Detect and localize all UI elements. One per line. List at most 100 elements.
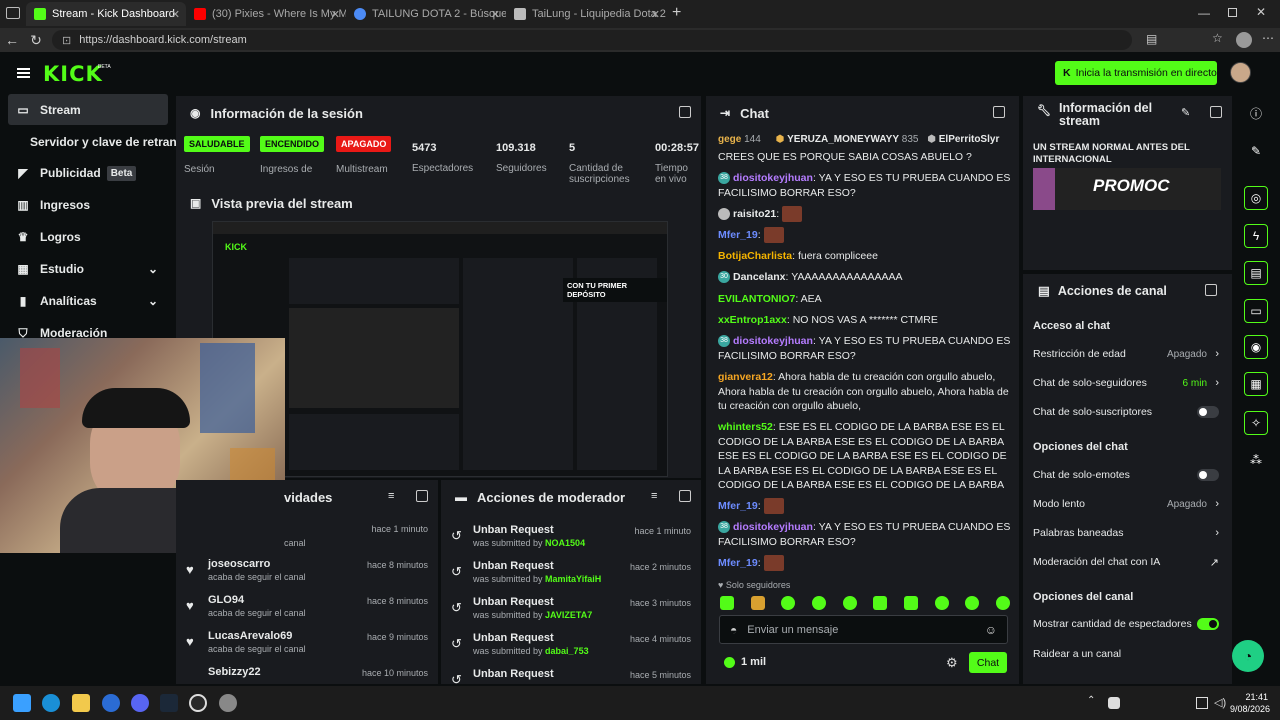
emotes-only-toggle[interactable] <box>1197 469 1219 481</box>
message-user[interactable]: gianvera12 <box>718 371 773 383</box>
mod-actions-icon[interactable]: ▦ <box>1244 372 1268 396</box>
apps-icon[interactable]: ⁂ <box>1244 448 1268 472</box>
message-user[interactable]: diositokeyjhuan <box>733 521 813 533</box>
maximize-icon[interactable] <box>1228 8 1237 17</box>
viewer-count-toggle[interactable] <box>1197 618 1219 630</box>
go-live-button[interactable]: K Inicia la transmisión en directo <box>1055 61 1217 85</box>
stream-thumbnail[interactable]: PROMOC <box>1033 168 1221 210</box>
help-button[interactable]: ◔ <box>1232 640 1264 672</box>
reload-icon[interactable]: ↻ <box>24 32 48 49</box>
followers-only-row[interactable]: Chat de solo-seguidores 6 min › <box>1033 374 1221 392</box>
emote-icon[interactable] <box>811 596 826 610</box>
activity-widget-icon[interactable]: ◎ <box>1244 186 1268 210</box>
gifter-name[interactable]: ElPerritoSlyr <box>939 134 1000 145</box>
filter-icon[interactable]: ≡ <box>388 490 394 502</box>
message-user[interactable]: Dancelanx <box>733 271 786 283</box>
close-tab-icon[interactable]: ✕ <box>171 8 180 21</box>
emote-icon[interactable] <box>720 596 734 610</box>
extensions-icon[interactable]: ▤ <box>1146 32 1157 46</box>
sidebar-item-analytics[interactable]: ▮ Analíticas ⌄ <box>8 286 168 316</box>
favorites-icon[interactable]: ☆ <box>1212 31 1223 45</box>
tray-network-icon[interactable] <box>1196 697 1208 709</box>
wrench-icon[interactable]: ✧ <box>1244 411 1268 435</box>
settings-icon[interactable] <box>219 694 237 712</box>
file-explorer-icon[interactable] <box>72 694 90 712</box>
emote-icon[interactable] <box>965 596 980 610</box>
hamburger-menu-icon[interactable] <box>17 68 30 78</box>
clock[interactable]: 21:41 9/08/2026 <box>1230 691 1270 715</box>
expand-icon[interactable] <box>1210 106 1222 118</box>
pencil-icon[interactable]: ✎ <box>1244 139 1268 163</box>
sidebar-item-stream[interactable]: ▭ Stream <box>8 94 168 125</box>
bolt-icon[interactable]: ϟ <box>1244 224 1268 248</box>
more-icon[interactable]: ⋯ <box>1262 31 1274 45</box>
message-user[interactable]: xxEntrop1axx <box>718 314 787 326</box>
message-user[interactable]: diositokeyjhuan <box>733 172 813 184</box>
url-field[interactable]: ⊡ https://dashboard.kick.com/stream <box>52 30 1132 50</box>
message-user[interactable]: Mfer_19 <box>718 500 758 512</box>
filter-icon[interactable]: ≡ <box>651 490 657 502</box>
message-user[interactable]: diositokeyjhuan <box>733 335 813 347</box>
activity-user[interactable]: LucasArevalo69 <box>208 630 292 642</box>
document-icon[interactable]: ▤ <box>1244 261 1268 285</box>
subs-only-toggle[interactable] <box>1197 406 1219 418</box>
edit-icon[interactable]: ✎ <box>1181 106 1190 119</box>
banned-words-row[interactable]: Palabras baneadas › <box>1033 524 1221 542</box>
close-tab-icon[interactable]: ✕ <box>651 8 660 21</box>
tray-discord-icon[interactable] <box>1108 697 1120 709</box>
close-tab-icon[interactable]: ✕ <box>331 8 340 21</box>
slow-mode-row[interactable]: Modo lento Apagado › <box>1033 495 1221 513</box>
badge-selector-icon[interactable]: ◓ <box>730 623 737 637</box>
emote-icon[interactable] <box>750 596 765 610</box>
minimize-icon[interactable]: — <box>1198 6 1210 20</box>
message-user[interactable]: whinters52 <box>718 421 773 433</box>
mod-action-user[interactable]: JAVIZETA7 <box>545 610 592 620</box>
tab-youtube[interactable]: (30) Pixies - Where Is My Mind? (C✕ <box>186 2 346 26</box>
tray-chevron-icon[interactable]: ⌃ <box>1087 695 1095 706</box>
raid-channel-row[interactable]: Raidear a un canal <box>1033 645 1221 663</box>
tray-volume-icon[interactable]: ◁) <box>1214 696 1226 709</box>
sidebar-item-studio[interactable]: ▦ Estudio ⌄ <box>8 254 168 284</box>
emote-icon[interactable] <box>781 596 796 610</box>
message-user[interactable]: Mfer_19 <box>718 229 758 241</box>
activity-user[interactable]: Sebizzy22 <box>208 666 261 678</box>
chat-bubble-icon[interactable]: ▭ <box>1244 299 1268 323</box>
sidebar-item-ads[interactable]: ◤ Publicidad Beta <box>8 158 168 188</box>
sidebar-item-server-key[interactable]: Servidor y clave de retransm <box>8 127 176 157</box>
message-user[interactable]: Mfer_19 <box>718 557 758 569</box>
emote-icon[interactable] <box>934 596 949 610</box>
emote-icon[interactable] <box>873 596 888 610</box>
expand-icon[interactable] <box>993 106 1005 118</box>
gifter-name[interactable]: gege <box>718 134 741 145</box>
edge-icon[interactable] <box>42 694 60 712</box>
expand-icon[interactable] <box>416 490 428 502</box>
chat-collapse-icon[interactable]: ⇥ <box>720 106 730 120</box>
message-user[interactable]: raisito21 <box>733 208 776 220</box>
activity-user[interactable]: GLO94 <box>208 594 244 606</box>
age-restriction-row[interactable]: Restricción de edad Apagado › <box>1033 345 1221 363</box>
profile-avatar[interactable] <box>1236 32 1252 48</box>
tab-kick-dashboard[interactable]: Stream - Kick Dashboard ✕ <box>26 2 186 26</box>
emote-icon[interactable] <box>903 596 918 610</box>
sidebar-item-achievements[interactable]: ♛ Logros <box>8 222 168 252</box>
steam-icon[interactable] <box>160 694 178 712</box>
sidebar-item-revenue[interactable]: ▥ Ingresos <box>8 190 168 220</box>
window-menu-icon[interactable] <box>6 7 20 19</box>
message-user[interactable]: EVILANTONIO7 <box>718 293 795 305</box>
mod-action-user[interactable]: MamitaYifaiH <box>545 574 601 584</box>
emote-icon[interactable] <box>842 596 857 610</box>
activity-user[interactable]: joseoscarro <box>208 558 270 570</box>
kick-logo[interactable]: KICK <box>43 62 103 86</box>
chat-input[interactable]: ◓ Enviar un mensaje ☺ <box>719 615 1008 644</box>
new-tab-icon[interactable]: + <box>672 4 681 22</box>
ai-moderation-row[interactable]: Moderación del chat con IA ↗ <box>1033 553 1221 571</box>
emoji-icon[interactable]: ☺ <box>985 623 997 637</box>
broadcast-icon[interactable]: ◉ <box>1244 335 1268 359</box>
mod-action-user[interactable]: dabai_753 <box>545 646 589 656</box>
mod-action-user[interactable]: NOA1504 <box>545 538 585 548</box>
chat-settings-icon[interactable]: ⚙ <box>946 655 958 671</box>
discord-icon[interactable] <box>131 694 149 712</box>
gifter-name[interactable]: YERUZA_MONEYWAYY <box>787 134 899 145</box>
close-window-icon[interactable]: ✕ <box>1256 5 1266 19</box>
obs-icon[interactable] <box>189 694 207 712</box>
